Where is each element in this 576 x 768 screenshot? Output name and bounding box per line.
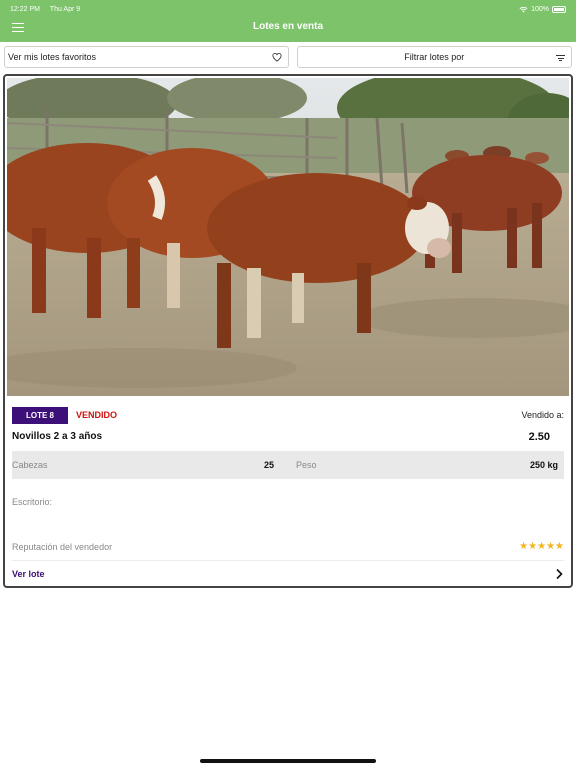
weight-value: 250 kg <box>529 460 558 470</box>
seller-reputation-row: Reputación del vendedor ★★★★★ <box>12 541 564 552</box>
home-indicator[interactable] <box>200 759 376 763</box>
weight-label: Peso <box>296 460 317 470</box>
heads-label: Cabezas <box>12 460 48 470</box>
view-lot-button[interactable]: Ver lote <box>12 566 564 582</box>
filter-icon <box>556 55 565 62</box>
page-title: Lotes en venta <box>252 21 324 32</box>
lot-name: Novillos 2 a 3 años <box>12 431 103 442</box>
lot-status: VENDIDO <box>76 410 118 420</box>
status-time: 12:22 PM <box>10 5 40 13</box>
office-label: Escritorio: <box>12 497 53 507</box>
favorites-label: Ver mis lotes favoritos <box>8 52 97 62</box>
chevron-right-icon <box>556 568 563 580</box>
lot-price: 2.50 <box>528 431 550 443</box>
lot-number-badge: LOTE 8 <box>12 406 68 424</box>
lot-card[interactable]: LOTE 8 VENDIDO Vendido a: Novillos 2 a 3… <box>3 74 573 588</box>
filter-dropdown[interactable]: Filtrar lotes por <box>296 46 572 68</box>
weight-stat: Peso 250 kg <box>280 460 564 470</box>
status-date: Thu Apr 9 <box>49 5 81 13</box>
sold-to-label: Vendido a: <box>521 410 564 420</box>
heart-icon <box>271 52 282 62</box>
filter-bar: Ver mis lotes favoritos Filtrar lotes po… <box>4 46 572 68</box>
heads-value: 25 <box>263 460 274 470</box>
lot-photo <box>7 78 569 396</box>
divider <box>12 560 564 561</box>
lot-status-row: LOTE 8 VENDIDO Vendido a: <box>12 406 564 424</box>
status-bar: 12:22 PM Thu Apr 9 100% <box>10 3 566 15</box>
filter-label: Filtrar lotes por <box>404 52 465 62</box>
favorites-button[interactable]: Ver mis lotes favoritos <box>4 46 289 68</box>
view-lot-label: Ver lote <box>12 569 45 579</box>
lot-title-row: Novillos 2 a 3 años 2.50 <box>12 431 564 443</box>
battery-percent: 100% <box>531 5 549 13</box>
battery-icon <box>552 5 566 13</box>
wifi-icon <box>519 6 528 13</box>
rating-stars-icon: ★★★★★ <box>519 541 564 552</box>
heads-stat: Cabezas 25 <box>12 460 280 470</box>
app-header: 12:22 PM Thu Apr 9 100% Lotes en venta <box>0 0 576 42</box>
reputation-label: Reputación del vendedor <box>12 541 113 552</box>
lot-stats: Cabezas 25 Peso 250 kg <box>12 451 564 479</box>
